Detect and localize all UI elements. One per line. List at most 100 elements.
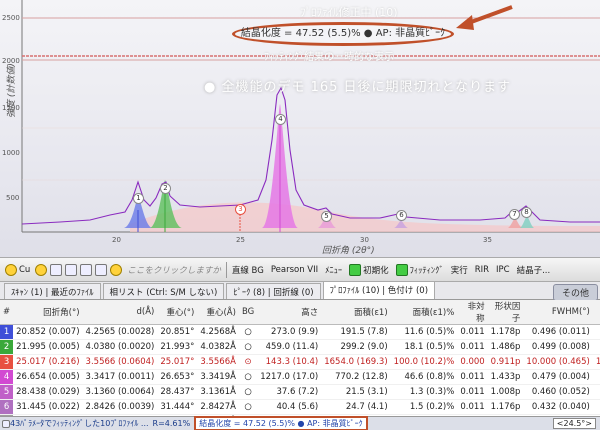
row-index: 2 xyxy=(0,339,14,355)
table-cell: 31.445 (0.022) xyxy=(13,399,83,415)
lightbulb-icon[interactable] xyxy=(110,263,123,276)
background-mode-dropdown[interactable]: 直線 BG xyxy=(230,263,266,277)
row-index: 4 xyxy=(0,369,14,385)
table-cell: 3.5566Å xyxy=(197,354,239,370)
zoom-icon[interactable] xyxy=(50,263,63,276)
table-cell: 770.2 (12.8) xyxy=(321,369,391,385)
peak-marker-6[interactable]: 6 xyxy=(396,210,407,221)
table-cell: 0.011 xyxy=(457,369,488,385)
fitting-button[interactable]: ﾌｨｯﾃｨﾝｸﾞ xyxy=(394,263,446,277)
table-row[interactable]: 2 21.995 (0.005) 4.0380 (0.0020) 21.993° 4.0… xyxy=(0,339,600,355)
tab-peaks[interactable]: ﾋﾟｰｸ (8) | 回折線 (0) xyxy=(226,283,321,299)
column-header[interactable]: 重心(°) xyxy=(157,300,198,325)
table-cell: 1.5 (0.2)% xyxy=(390,399,458,415)
status-crystallinity[interactable]: 結晶化度 = 47.52 (5.5)% ● AP: 非晶質ﾋﾟｰｸ xyxy=(194,416,368,430)
table-cell: 28.437° xyxy=(157,384,198,400)
table-cell: 4.0380 (0.0020) xyxy=(82,339,158,355)
table-header-row: # 回折角(°) d(Å) 重心(°) 重心(Å) BG 高さ 面積(ε1) 面… xyxy=(0,300,600,325)
column-header[interactable]: 重心(Å) xyxy=(197,300,239,325)
table-cell: 20.851° xyxy=(157,324,198,340)
crystallinity-annotation[interactable]: 結晶化度 = 47.52 (5.5)% ● AP: 非晶質ﾋﾟｰｸ xyxy=(232,22,454,46)
tab-profile[interactable]: ﾌﾟﾛﾌｧｲﾙ (10) | 色付け (0) xyxy=(322,281,436,299)
ipc-button[interactable]: IPC xyxy=(494,264,512,276)
table-cell: 0.432 (0.040) xyxy=(523,399,593,415)
row-index: 5 xyxy=(0,384,14,400)
menu-button[interactable]: ﾒﾆｭｰ xyxy=(323,263,344,277)
table-cell: 25.017° xyxy=(157,354,198,370)
peak-marker-4[interactable]: 4 xyxy=(275,114,286,125)
tab-phase-list[interactable]: 相リスト (Ctrl: S/M しない) xyxy=(102,283,225,299)
radiation-selector[interactable]: Cu xyxy=(3,263,32,277)
table-body: 1 20.852 (0.007) 4.2565 (0.0028) 20.851° 4.2… xyxy=(0,324,600,416)
table-cell: 21.995 (0.005) xyxy=(13,339,83,355)
diffraction-plot[interactable]: 2500 2000 1500 1000 500 20 25 30 35 ﾌﾟﾛﾌ… xyxy=(0,0,600,257)
table-cell: 3.3417 (0.0011) xyxy=(82,369,158,385)
column-header[interactable]: 非対称 xyxy=(457,300,488,325)
app-window: 2500 2000 1500 1000 500 20 25 30 35 ﾌﾟﾛﾌ… xyxy=(0,0,600,430)
peak-marker-7[interactable]: 7 xyxy=(509,209,520,220)
table-cell: 11.6 (0.5)% xyxy=(390,324,458,340)
table-cell: 0.577 (0 xyxy=(592,384,600,400)
table-cell: 25.017 (0.216) xyxy=(13,354,83,370)
tab-bar: ｽｷｬﾝ (1) | 最近のﾌｧｲﾙ 相リスト (Ctrl: S/M しない) … xyxy=(0,281,600,300)
target-icon xyxy=(5,263,17,276)
table-cell: 21.5 (3.1) xyxy=(321,384,391,400)
table-cell: 0.633 (0 xyxy=(592,369,600,385)
other-button[interactable]: その他 xyxy=(552,284,598,301)
table-cell: 4.0382Å xyxy=(197,339,239,355)
profile-function-dropdown[interactable]: Pearson VII xyxy=(269,264,320,276)
peak-marker-2[interactable]: 2 xyxy=(160,183,171,194)
x-axis-label: 回折角 (2θ°) xyxy=(322,246,375,256)
table-row[interactable]: 4 26.654 (0.005) 3.3417 (0.0011) 26.653° 3.3… xyxy=(0,369,600,385)
x-tick: 20 xyxy=(112,236,121,244)
run-button[interactable]: 実行 xyxy=(449,263,470,277)
crystallite-button[interactable]: 結晶子... xyxy=(515,263,553,277)
table-cell: 273.0 (9.9) xyxy=(257,324,322,340)
table-cell: 11.539 (1 xyxy=(592,354,600,370)
zoom-indicator[interactable]: <24.5°> xyxy=(552,418,596,429)
column-header[interactable]: # xyxy=(0,300,14,325)
column-header[interactable]: 面積(ε1) xyxy=(321,300,391,325)
column-header[interactable]: 高さ xyxy=(257,300,322,325)
table-cell: ⊙ xyxy=(238,354,258,370)
table-row[interactable]: 1 20.852 (0.007) 4.2565 (0.0028) 20.851° 4.2… xyxy=(0,324,600,340)
table-cell: 2.8426 (0.0039) xyxy=(82,399,158,415)
column-header[interactable]: BG xyxy=(238,300,258,325)
status-bar: 43ﾊﾟﾗﾒｰﾀでﾌｨｯﾃｨﾝｸﾞした10ﾌﾟﾛﾌｧｲﾙ ... R=4.61%… xyxy=(0,416,600,430)
table-cell: 459.0 (11.4) xyxy=(257,339,322,355)
license-notice: ● 全機能のデモ 165 日後に期限切れとなります xyxy=(204,80,512,95)
table-cell: 0.460 (0.052) xyxy=(523,384,593,400)
column-header[interactable]: 積分 xyxy=(592,300,600,325)
click-hint[interactable]: ここをクリックしますか xyxy=(125,263,223,277)
peak-marker-1[interactable]: 1 xyxy=(133,193,144,204)
watermark-title: ﾌﾟﾛﾌｧｲﾙ修正中 (10) xyxy=(300,6,398,19)
table-cell: 1.433p xyxy=(487,369,524,385)
profile-table: # 回折角(°) d(Å) 重心(°) 重心(Å) BG 高さ 面積(ε1) 面… xyxy=(0,300,600,416)
column-header[interactable]: d(Å) xyxy=(82,300,158,325)
column-header[interactable]: 回折角(°) xyxy=(13,300,83,325)
toolbar-separator xyxy=(225,261,227,278)
measured-pattern xyxy=(21,86,600,225)
table-cell: 26.654 (0.005) xyxy=(13,369,83,385)
peak-marker-3[interactable]: 3 xyxy=(235,204,246,215)
y-tick: 1000 xyxy=(2,149,20,157)
row-index: 3 xyxy=(0,354,14,370)
copy-icon[interactable] xyxy=(80,263,93,276)
peak-marker-5[interactable]: 5 xyxy=(321,211,332,222)
table-row[interactable]: 5 28.438 (0.029) 3.1360 (0.0064) 28.437° 3.1… xyxy=(0,384,600,400)
initialize-button[interactable]: 初期化 xyxy=(347,263,391,277)
table-row[interactable]: 6 31.445 (0.022) 2.8426 (0.0039) 31.444° 2.8… xyxy=(0,399,600,415)
table-row[interactable]: 3 25.017 (0.216) 3.5566 (0.0604) 25.017° 3.5… xyxy=(0,354,600,370)
chart-icon[interactable] xyxy=(65,263,78,276)
grid-icon[interactable] xyxy=(95,263,108,276)
table-cell: 46.6 (0.8)% xyxy=(390,369,458,385)
tab-scan[interactable]: ｽｷｬﾝ (1) | 最近のﾌｧｲﾙ xyxy=(4,283,101,299)
table-cell: 1654.0 (169.3) xyxy=(321,354,391,370)
peak-marker-8[interactable]: 8 xyxy=(521,207,532,218)
column-header[interactable]: FWHM(°) xyxy=(523,300,593,325)
column-header[interactable]: 形状因子 xyxy=(487,300,524,325)
rir-button[interactable]: RIR xyxy=(473,264,491,276)
column-header[interactable]: 面積(ε1)% xyxy=(390,300,458,325)
table-cell: ○ xyxy=(238,324,258,340)
help-icon[interactable] xyxy=(35,263,48,276)
